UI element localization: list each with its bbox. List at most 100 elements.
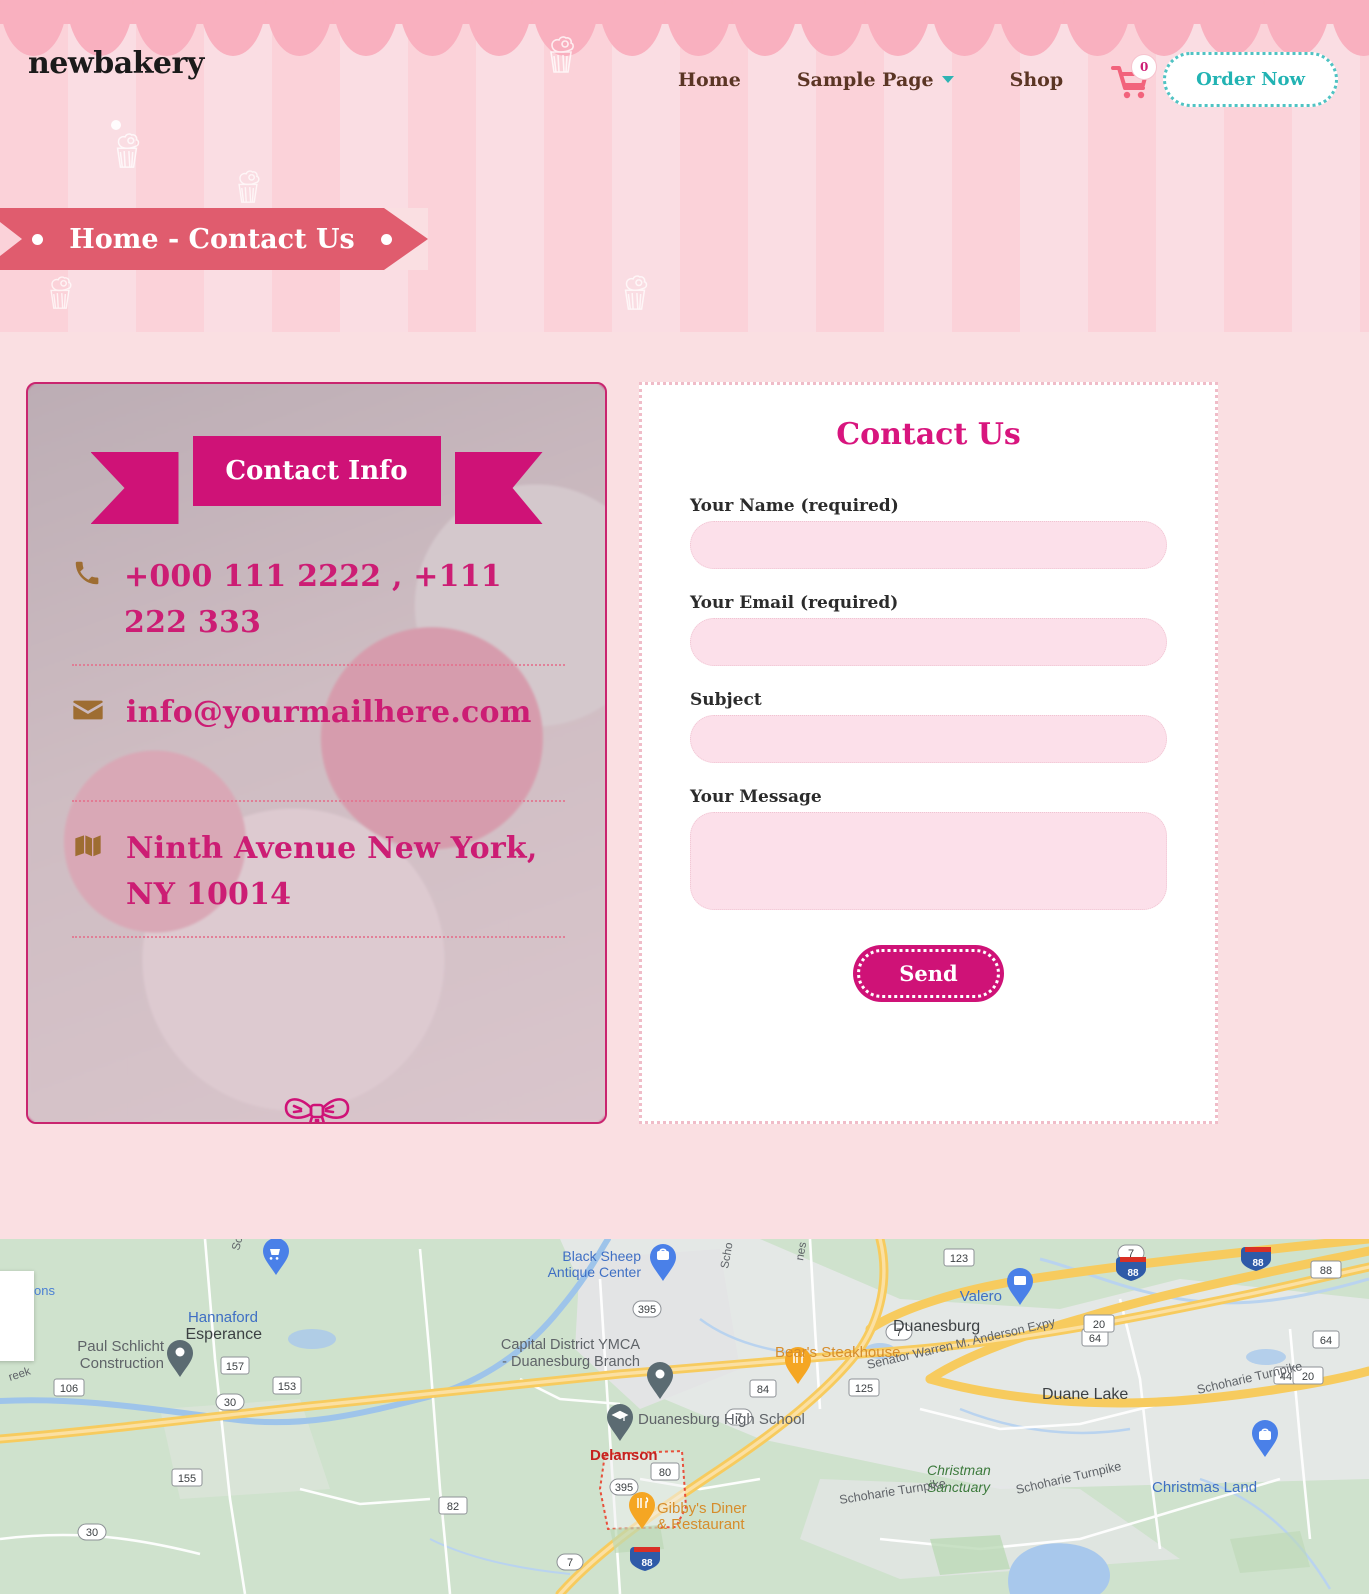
contact-row-address[interactable]: Ninth Avenue New York, NY 10014 xyxy=(28,826,605,922)
map-label: Gibby's Diner xyxy=(657,1500,747,1517)
awning-scallop xyxy=(1197,0,1264,56)
map-info-card[interactable] xyxy=(0,1271,34,1361)
svg-text:80: 80 xyxy=(659,1467,671,1479)
field-label: Subject xyxy=(690,690,762,710)
svg-text:88: 88 xyxy=(1320,1265,1332,1277)
cart-button[interactable]: 0 xyxy=(1109,53,1158,100)
location-map[interactable]: 123 88 64 64 44D 395 84 125 80 395 157 1… xyxy=(0,1239,1369,1594)
svg-text:64: 64 xyxy=(1320,1335,1332,1347)
svg-text:88: 88 xyxy=(1252,1258,1264,1269)
svg-text:84: 84 xyxy=(757,1384,769,1396)
svg-text:157: 157 xyxy=(226,1361,244,1373)
svg-text:125: 125 xyxy=(855,1383,873,1395)
nav-item-sample-page[interactable]: Sample Page xyxy=(769,69,982,91)
map-canvas[interactable]: 123 88 64 64 44D 395 84 125 80 395 157 1… xyxy=(0,1239,1369,1594)
awning-scallop xyxy=(199,0,266,56)
map-label: Duane Lake xyxy=(1042,1386,1128,1403)
breadcrumb: Home - Contact Us xyxy=(0,208,428,270)
contact-page: newbakery Home Sample Page Shop 0 Order … xyxy=(0,0,1369,1594)
map-icon xyxy=(72,830,104,867)
route-shield: 82 xyxy=(438,1496,468,1515)
breadcrumb-text: Home - Contact Us xyxy=(69,223,355,255)
awning-scallop xyxy=(665,0,732,56)
form-actions: Send xyxy=(690,945,1167,1002)
awning-scallop xyxy=(532,0,599,56)
map-label: Black Sheep xyxy=(562,1248,641,1264)
svg-text:88: 88 xyxy=(1127,1268,1139,1279)
map-info-card-label: ons xyxy=(34,1283,55,1298)
awning-scallop xyxy=(465,0,532,56)
awning-scallop xyxy=(798,0,865,56)
route-shield: 80 xyxy=(650,1462,680,1481)
field-label: Your Email (required) xyxy=(690,593,899,613)
svg-text:395: 395 xyxy=(638,1304,656,1316)
route-shield: 106 xyxy=(53,1378,85,1397)
route-shield: 20 xyxy=(1083,1314,1115,1333)
map-label: Esperance xyxy=(186,1326,263,1343)
route-shield: 153 xyxy=(272,1376,302,1395)
route-shield: 155 xyxy=(171,1468,203,1487)
order-now-button[interactable]: Order Now xyxy=(1163,52,1339,107)
map-label: Christmas Land xyxy=(1152,1479,1257,1496)
site-logo[interactable]: newbakery xyxy=(28,46,204,81)
field-your-message: Your Message xyxy=(690,787,1167,915)
your-email-input[interactable] xyxy=(690,618,1167,666)
phone-icon xyxy=(72,558,102,593)
route-shield: 30 xyxy=(215,1393,245,1411)
your-message-textarea[interactable] xyxy=(690,812,1167,910)
info-divider xyxy=(72,664,565,666)
awning-scallop xyxy=(332,0,399,56)
awning-scallop xyxy=(1064,0,1131,56)
nav-item-shop[interactable]: Shop xyxy=(982,69,1092,91)
svg-text:88: 88 xyxy=(641,1558,653,1569)
cupcake-icon xyxy=(116,133,140,168)
contact-form-card: Contact Us Your Name (required) Your Ema… xyxy=(639,382,1218,1124)
map-label: Antique Center xyxy=(548,1264,642,1280)
svg-text:153: 153 xyxy=(278,1381,296,1393)
field-your-name: Your Name (required) xyxy=(690,496,1167,569)
awning-scallop xyxy=(598,0,665,56)
nav-item-label: Sample Page xyxy=(796,68,934,91)
svg-text:395: 395 xyxy=(615,1482,633,1494)
svg-text:20: 20 xyxy=(1093,1319,1105,1331)
svg-text:30: 30 xyxy=(224,1397,236,1409)
contact-form: Your Name (required) Your Email (require… xyxy=(642,452,1215,1002)
route-shield: 125 xyxy=(848,1378,880,1397)
site-header: newbakery Home Sample Page Shop 0 Order … xyxy=(0,0,1369,332)
cart-count-badge: 0 xyxy=(1131,53,1158,80)
svg-text:64: 64 xyxy=(1089,1333,1101,1345)
nav-item-label: Shop xyxy=(1009,68,1064,91)
awning-scallop xyxy=(1330,0,1369,56)
svg-text:123: 123 xyxy=(950,1253,968,1265)
svg-text:82: 82 xyxy=(447,1501,459,1513)
awning-scallop xyxy=(997,0,1064,56)
map-label: Valero xyxy=(960,1288,1002,1305)
nav-item-home[interactable]: Home xyxy=(650,69,769,91)
awning-scallops xyxy=(0,0,1369,56)
map-label: Construction xyxy=(80,1355,164,1372)
send-button[interactable]: Send xyxy=(853,945,1004,1002)
map-label: Christman xyxy=(927,1462,991,1478)
your-name-input[interactable] xyxy=(690,521,1167,569)
field-subject: Subject xyxy=(690,690,1167,763)
svg-text:7: 7 xyxy=(567,1557,573,1569)
map-label: Delanson xyxy=(590,1447,658,1464)
form-title: Contact Us xyxy=(836,417,1021,452)
awning-scallop xyxy=(931,0,998,56)
ribbon-plate: Contact Info xyxy=(192,436,441,506)
contact-row-email[interactable]: info@yourmailhere.com xyxy=(28,690,605,786)
subject-input[interactable] xyxy=(690,715,1167,763)
awning-scallop xyxy=(1263,0,1330,56)
route-shield: 88 xyxy=(1310,1260,1342,1279)
contact-info-card: Contact Info +000 111 2222 , +111 222 33… xyxy=(26,382,607,1124)
awning-scallop xyxy=(731,0,798,56)
chevron-down-icon[interactable] xyxy=(941,76,954,83)
map-label: - Duanesburg Branch xyxy=(502,1354,640,1370)
contact-row-phone[interactable]: +000 111 2222 , +111 222 333 xyxy=(28,554,605,650)
main-navigation: Home Sample Page Shop 0 Order Now xyxy=(650,52,1339,107)
info-divider xyxy=(72,800,565,802)
nav-item-label: Home xyxy=(678,68,741,91)
svg-text:20: 20 xyxy=(1302,1371,1314,1383)
map-label: Duanesburg xyxy=(893,1318,980,1335)
breadcrumb-bullet-left xyxy=(32,233,44,245)
